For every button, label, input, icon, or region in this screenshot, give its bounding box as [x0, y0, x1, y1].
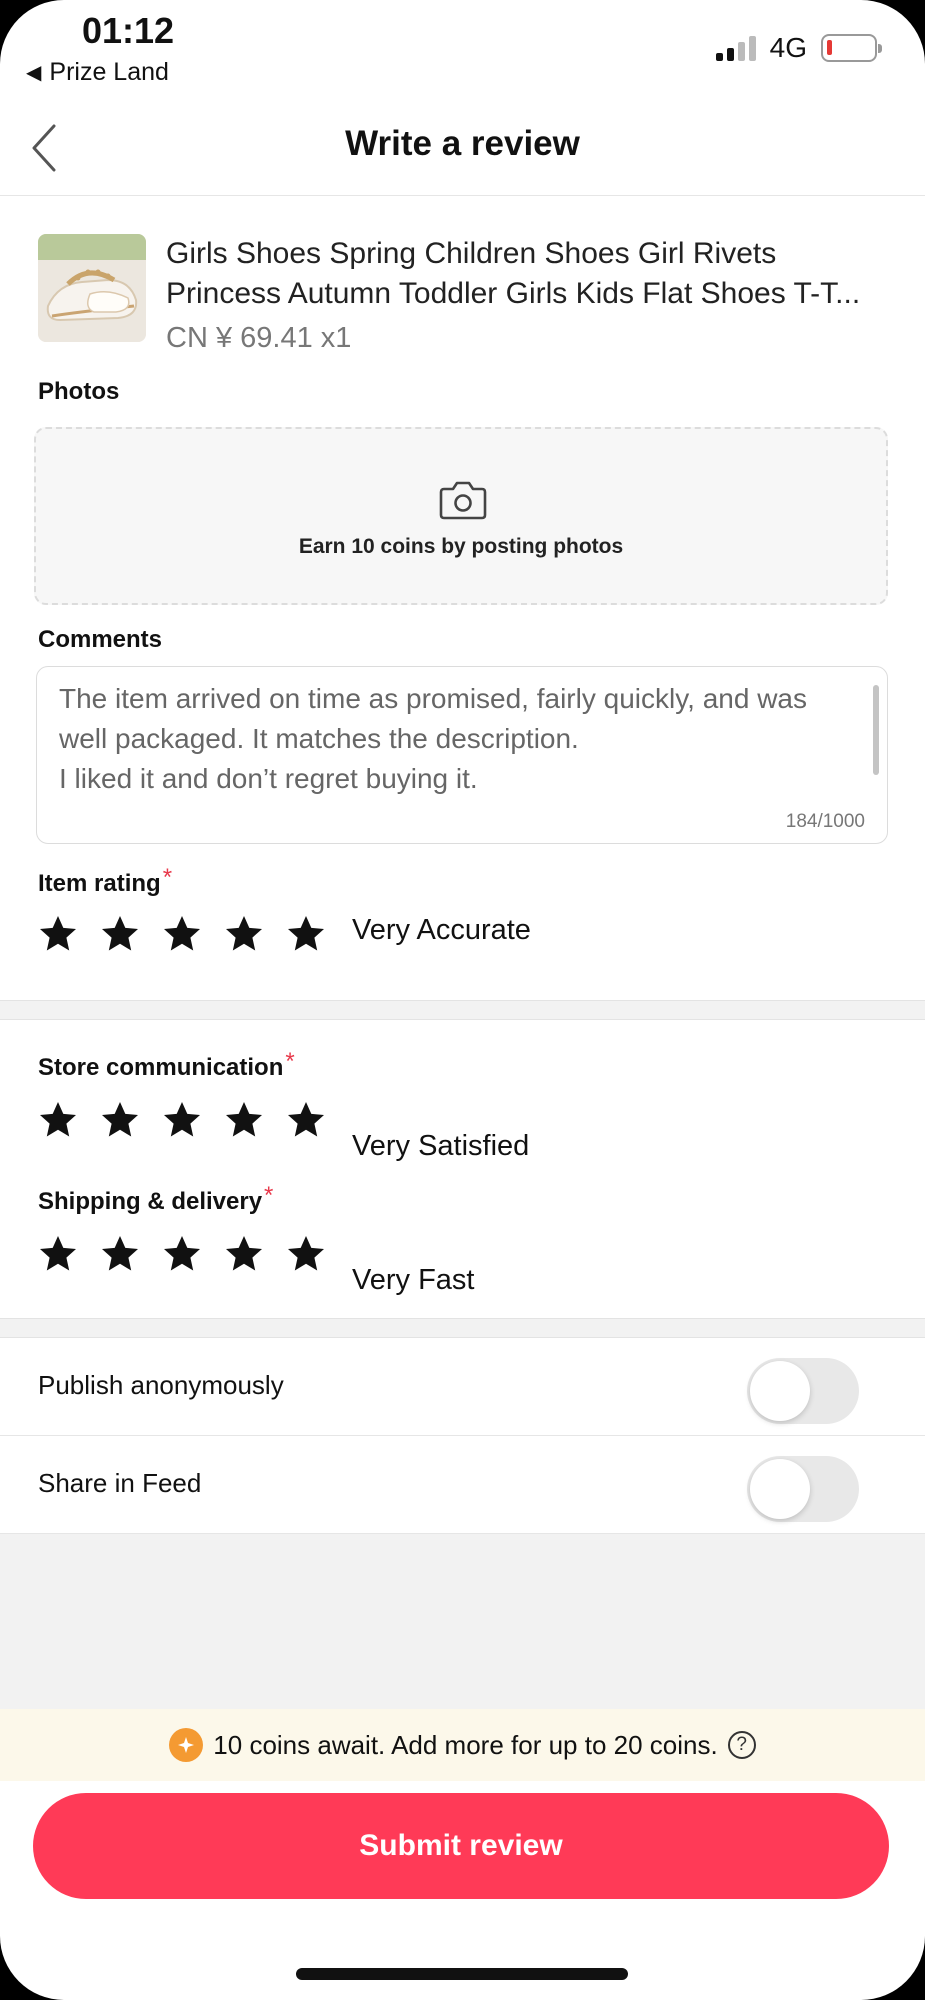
- publish-anonymously-row: Publish anonymously: [0, 1338, 925, 1436]
- product-title-line2: Princess Autumn Toddler Girls Kids Flat …: [166, 277, 861, 310]
- star-icon[interactable]: [224, 1234, 264, 1274]
- store-communication-label-text: Store communication: [38, 1054, 284, 1081]
- star-icon[interactable]: [100, 1234, 140, 1274]
- photo-upload-area[interactable]: Earn 10 coins by posting photos: [34, 427, 888, 605]
- character-count: 184/1000: [785, 811, 865, 832]
- comment-field[interactable]: The item arrived on time as promised, fa…: [36, 666, 888, 844]
- section-divider: [0, 1000, 925, 1020]
- product-price: CN ¥ 69.41 x1: [166, 322, 352, 354]
- signal-icon: [715, 35, 756, 61]
- store-communication-text: Very Satisfied: [352, 1130, 530, 1162]
- return-app-name: Prize Land: [49, 58, 169, 86]
- star-icon[interactable]: [38, 914, 78, 954]
- product-thumbnail[interactable]: [38, 234, 146, 342]
- shoe-image: [38, 234, 146, 342]
- item-rating-text: Very Accurate: [352, 914, 531, 946]
- battery-icon: [821, 34, 882, 62]
- empty-area: [0, 1534, 925, 1709]
- page-title: Write a review: [345, 124, 580, 163]
- home-indicator[interactable]: [296, 1968, 628, 1980]
- star-icon[interactable]: [286, 914, 326, 954]
- store-communication-label: Store communication*: [38, 1048, 295, 1082]
- shipping-delivery-label-text: Shipping & delivery: [38, 1188, 263, 1215]
- item-rating-label-text: Item rating: [38, 870, 161, 897]
- required-asterisk: *: [264, 1182, 274, 1209]
- star-icon[interactable]: [162, 1100, 202, 1140]
- comments-label: Comments: [38, 626, 163, 653]
- product-title-line1: Girls Shoes Spring Children Shoes Girl R…: [166, 237, 777, 270]
- publish-anonymously-label: Publish anonymously: [38, 1370, 284, 1400]
- star-icon[interactable]: [100, 914, 140, 954]
- toggle-knob: [750, 1459, 810, 1519]
- back-triangle-icon: ◀: [26, 62, 42, 84]
- photos-label: Photos: [38, 378, 120, 405]
- camera-icon: [439, 481, 487, 520]
- star-icon[interactable]: [100, 1100, 140, 1140]
- share-in-feed-label: Share in Feed: [38, 1468, 202, 1498]
- star-icon[interactable]: [38, 1234, 78, 1274]
- star-icon[interactable]: [286, 1100, 326, 1140]
- shipping-delivery-stars: [38, 1234, 326, 1274]
- return-to-app-link[interactable]: ◀ Prize Land: [26, 58, 169, 87]
- coins-message: 10 coins await. Add more for up to 20 co…: [213, 1729, 718, 1760]
- store-communication-stars: [38, 1100, 326, 1140]
- coins-banner: 10 coins await. Add more for up to 20 co…: [0, 1709, 925, 1781]
- nav-bar: Write a review: [0, 100, 925, 196]
- item-rating-label: Item rating*: [38, 864, 172, 898]
- star-icon[interactable]: [162, 1234, 202, 1274]
- star-icon[interactable]: [224, 1100, 264, 1140]
- section-divider: [0, 1318, 925, 1338]
- comment-textarea[interactable]: The item arrived on time as promised, fa…: [59, 679, 859, 829]
- photo-coins-hint: Earn 10 coins by posting photos: [298, 535, 624, 558]
- phone-screen: 01:12 ◀ Prize Land 4G Write a review Gir…: [0, 0, 925, 2000]
- star-icon[interactable]: [286, 1234, 326, 1274]
- required-asterisk: *: [162, 864, 173, 891]
- star-icon[interactable]: [38, 1100, 78, 1140]
- toggle-knob: [750, 1361, 810, 1421]
- coin-icon: [169, 1728, 204, 1762]
- shipping-delivery-text: Very Fast: [352, 1264, 475, 1296]
- required-asterisk: *: [285, 1048, 295, 1075]
- submit-review-button[interactable]: Submit review: [33, 1793, 889, 1899]
- network-type: 4G: [769, 32, 807, 63]
- item-rating-stars: [38, 914, 326, 954]
- share-in-feed-toggle[interactable]: [747, 1456, 859, 1522]
- status-time: 01:12: [82, 10, 175, 51]
- star-icon[interactable]: [162, 914, 202, 954]
- share-in-feed-row: Share in Feed: [0, 1436, 925, 1534]
- product-title[interactable]: Girls Shoes Spring Children Shoes Girl R…: [166, 234, 896, 314]
- shipping-delivery-label: Shipping & delivery*: [38, 1182, 273, 1216]
- help-icon[interactable]: ?: [727, 1731, 756, 1759]
- status-indicators: 4G: [715, 32, 882, 64]
- comment-scrollbar[interactable]: [873, 685, 879, 775]
- publish-anonymously-toggle[interactable]: [747, 1358, 859, 1424]
- star-icon[interactable]: [224, 914, 264, 954]
